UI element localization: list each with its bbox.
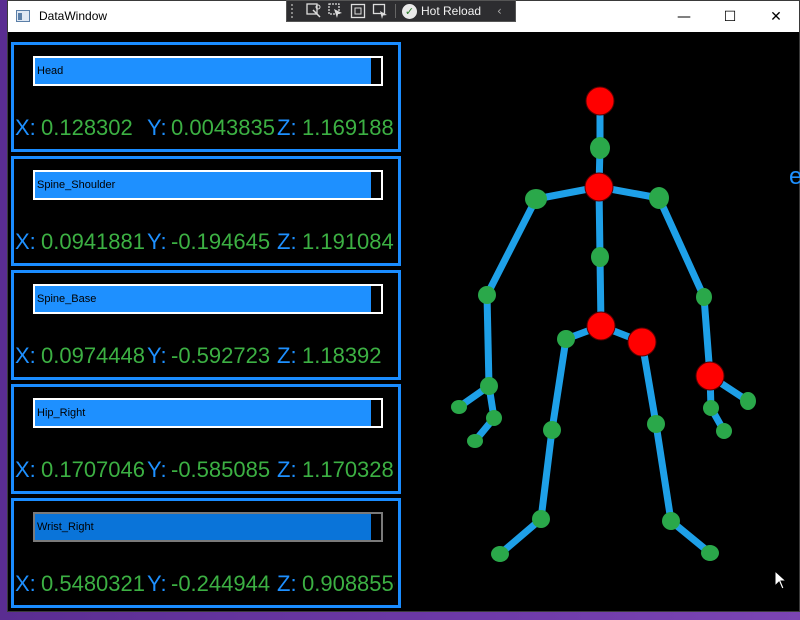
collapse-toolbar-icon[interactable]: ‹ — [497, 4, 502, 18]
background-text-fragment: e — [789, 163, 800, 190]
x-value: 0.128302 — [41, 115, 133, 140]
z-label: Z: — [277, 229, 297, 254]
joint-bar: Spine_Shoulder — [33, 170, 383, 200]
check-icon: ✓ — [402, 3, 417, 19]
y-label: Y: — [147, 343, 167, 368]
tracked-joints — [584, 86, 725, 391]
y-label: Y: — [147, 229, 167, 254]
data-window: DataWindow — ☐ ✕ Head X: 0.128302 Y: 0.0… — [7, 0, 800, 612]
joint-name: Spine_Shoulder — [37, 179, 116, 191]
joint-bar-fill — [35, 400, 371, 426]
y-value: -0.592723 — [171, 343, 271, 368]
tracked-joint-spine-shoulder — [584, 172, 614, 202]
y-label: Y: — [147, 571, 167, 596]
tracked-joint-spine-base — [586, 311, 616, 341]
x-label: X: — [15, 115, 36, 140]
minimize-button[interactable]: — — [661, 1, 707, 32]
x-label: X: — [15, 571, 36, 596]
x-label: X: — [15, 457, 36, 482]
y-value: 0.0043835 — [171, 115, 275, 140]
joint-coordinates: X: 0.5480321 Y: -0.244944 Z: 0.9088556 — [15, 571, 395, 601]
mouse-cursor-icon — [774, 570, 788, 590]
live-visual-tree-icon[interactable] — [303, 2, 325, 20]
z-value: 1.191084 — [302, 229, 394, 254]
joint-panel-wrist-right: Wrist_Right X: 0.5480321 Y: -0.244944 Z:… — [11, 498, 401, 608]
tracked-joint-wrist-right — [695, 361, 725, 391]
toolbar-grip-icon[interactable] — [291, 4, 295, 18]
joint-bar: Spine_Base — [33, 284, 383, 314]
joint-coordinates: X: 0.128302 Y: 0.0043835 Z: 1.169188 — [15, 115, 395, 145]
x-label: X: — [15, 229, 36, 254]
joint-name: Spine_Base — [37, 293, 97, 305]
y-value: -0.585085 — [171, 457, 271, 482]
y-value: -0.194645 — [171, 229, 271, 254]
joint-name: Head — [37, 65, 64, 77]
x-value: 0.5480321 — [41, 571, 145, 596]
joint-coordinates: X: 0.0974448 Y: -0.592723 Z: 1.18392 — [15, 343, 395, 373]
y-label: Y: — [147, 115, 167, 140]
joint-bar-fill — [35, 58, 371, 84]
z-label: Z: — [277, 571, 297, 596]
skeleton-canvas — [451, 86, 756, 562]
joint-name: Hip_Right — [37, 407, 86, 419]
x-value: 0.1707046 — [41, 457, 145, 482]
hot-reload-label: Hot Reload — [421, 4, 482, 18]
select-element-icon[interactable] — [325, 2, 347, 20]
z-value: 1.18392 — [302, 343, 382, 368]
joint-name: Wrist_Right — [37, 521, 94, 533]
display-layout-adorners-icon[interactable] — [347, 2, 369, 20]
joint-panel-hip-right: Hip_Right X: 0.1707046 Y: -0.585085 Z: 1… — [11, 384, 401, 494]
z-value: 1.170328 — [302, 457, 394, 482]
joint-coordinates: X: 0.1707046 Y: -0.585085 Z: 1.170328 — [15, 457, 395, 487]
hot-reload-button[interactable]: ✓ Hot Reload — [402, 3, 482, 19]
joint-coordinates: X: 0.0941881 Y: -0.194645 Z: 1.191084 — [15, 229, 395, 259]
debug-toolbar: ✓ Hot Reload ‹ — [286, 0, 516, 22]
z-label: Z: — [277, 457, 297, 482]
z-label: Z: — [277, 115, 297, 140]
tracked-joint-hip-right — [627, 327, 657, 357]
x-label: X: — [15, 343, 36, 368]
toolbar-separator — [395, 4, 396, 18]
z-value: 1.169188 — [302, 115, 394, 140]
joint-panel-head: Head X: 0.128302 Y: 0.0043835 Z: 1.16918… — [11, 42, 401, 152]
joint-bar: Head — [33, 56, 383, 86]
tracked-joint-head — [585, 86, 615, 116]
joint-bar: Hip_Right — [33, 398, 383, 428]
z-label: Z: — [277, 343, 297, 368]
window-title: DataWindow — [39, 9, 108, 23]
app-window-icon — [16, 10, 30, 22]
joint-panel-spine-shoulder: Spine_Shoulder X: 0.0941881 Y: -0.194645… — [11, 156, 401, 266]
x-value: 0.0941881 — [41, 229, 145, 254]
x-value: 0.0974448 — [41, 343, 145, 368]
y-value: -0.244944 — [171, 571, 271, 596]
maximize-button[interactable]: ☐ — [707, 1, 753, 32]
close-button[interactable]: ✕ — [753, 1, 799, 32]
joint-bar: Wrist_Right — [33, 512, 383, 542]
joint-panel-spine-base: Spine_Base X: 0.0974448 Y: -0.592723 Z: … — [11, 270, 401, 380]
z-value: 0.9088556 — [302, 571, 395, 596]
y-label: Y: — [147, 457, 167, 482]
track-focused-element-icon[interactable] — [369, 2, 391, 20]
